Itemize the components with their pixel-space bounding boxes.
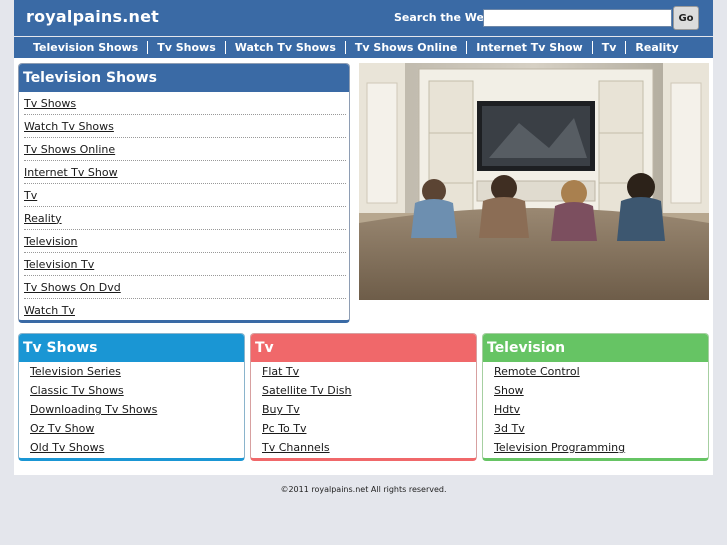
list-item: Television: [24, 230, 346, 253]
television-shows-box-title: Television Shows: [19, 64, 349, 92]
nav-item-tv[interactable]: Tv: [591, 41, 626, 54]
search-input[interactable]: [483, 9, 672, 27]
list-item: Buy Tv: [262, 400, 476, 419]
link-3d-tv[interactable]: 3d Tv: [494, 422, 525, 435]
list-item: Reality: [24, 207, 346, 230]
go-button[interactable]: Go: [673, 6, 699, 30]
nav-item-reality[interactable]: Reality: [625, 41, 687, 54]
nav-item-tv-shows[interactable]: Tv Shows: [147, 41, 225, 54]
list-item: Classic Tv Shows: [30, 381, 244, 400]
tv-category-title: Tv: [251, 334, 476, 362]
link-tv-shows[interactable]: Tv Shows: [24, 97, 76, 110]
link-oz-tv-show[interactable]: Oz Tv Show: [30, 422, 94, 435]
tv-shows-category-list: Television Series Classic Tv Shows Downl…: [19, 362, 244, 457]
link-television-tv[interactable]: Television Tv: [24, 258, 94, 271]
link-old-tv-shows[interactable]: Old Tv Shows: [30, 441, 104, 454]
nav-item-watch-tv-shows[interactable]: Watch Tv Shows: [224, 41, 345, 54]
link-television[interactable]: Television: [24, 235, 78, 248]
tv-category-box: Tv Flat Tv Satellite Tv Dish Buy Tv Pc T…: [250, 333, 477, 461]
link-buy-tv[interactable]: Buy Tv: [262, 403, 300, 416]
list-item: Show: [494, 381, 708, 400]
television-category-title: Television: [483, 334, 708, 362]
television-shows-link-list: Tv Shows Watch Tv Shows Tv Shows Online …: [19, 92, 349, 320]
list-item: Flat Tv: [262, 362, 476, 381]
header-bar: royalpains.net Search the Web: Go: [14, 0, 713, 36]
link-tv-shows-on-dvd[interactable]: Tv Shows On Dvd: [24, 281, 121, 294]
list-item: Watch Tv Shows: [24, 115, 346, 138]
list-item: Downloading Tv Shows: [30, 400, 244, 419]
link-internet-tv-show[interactable]: Internet Tv Show: [24, 166, 118, 179]
tv-category-list: Flat Tv Satellite Tv Dish Buy Tv Pc To T…: [251, 362, 476, 457]
link-television-series[interactable]: Television Series: [30, 365, 121, 378]
television-category-box: Television Remote Control Show Hdtv 3d T…: [482, 333, 709, 461]
site-title[interactable]: royalpains.net: [26, 7, 159, 26]
television-category-list: Remote Control Show Hdtv 3d Tv Televisio…: [483, 362, 708, 457]
list-item: Tv Shows On Dvd: [24, 276, 346, 299]
link-tv-shows-online[interactable]: Tv Shows Online: [24, 143, 115, 156]
list-item: Television Tv: [24, 253, 346, 276]
list-item: Old Tv Shows: [30, 438, 244, 457]
list-item: Remote Control: [494, 362, 708, 381]
list-item: Television Programming: [494, 438, 708, 457]
link-downloading-tv-shows[interactable]: Downloading Tv Shows: [30, 403, 157, 416]
list-item: Satellite Tv Dish: [262, 381, 476, 400]
link-tv[interactable]: Tv: [24, 189, 37, 202]
top-nav: Television Shows Tv Shows Watch Tv Shows…: [14, 37, 713, 58]
main-content: Television Shows Tv Shows Watch Tv Shows…: [14, 58, 713, 475]
list-item: 3d Tv: [494, 419, 708, 438]
link-pc-to-tv[interactable]: Pc To Tv: [262, 422, 306, 435]
list-item: Tv Shows Online: [24, 138, 346, 161]
nav-item-internet-tv-show[interactable]: Internet Tv Show: [466, 41, 591, 54]
family-watching-tv-photo: [359, 63, 709, 300]
television-shows-box: Television Shows Tv Shows Watch Tv Shows…: [18, 63, 350, 323]
list-item: Tv: [24, 184, 346, 207]
link-show[interactable]: Show: [494, 384, 524, 397]
link-watch-tv-shows[interactable]: Watch Tv Shows: [24, 120, 114, 133]
nav-item-television-shows[interactable]: Television Shows: [24, 41, 147, 54]
link-reality[interactable]: Reality: [24, 212, 62, 225]
list-item: Hdtv: [494, 400, 708, 419]
list-item: Oz Tv Show: [30, 419, 244, 438]
list-item: Tv Shows: [24, 92, 346, 115]
link-watch-tv[interactable]: Watch Tv: [24, 304, 75, 317]
list-item: Tv Channels: [262, 438, 476, 457]
tv-shows-category-box: Tv Shows Television Series Classic Tv Sh…: [18, 333, 245, 461]
link-satellite-tv-dish[interactable]: Satellite Tv Dish: [262, 384, 352, 397]
list-item: Watch Tv: [24, 299, 346, 320]
list-item: Pc To Tv: [262, 419, 476, 438]
tv-shows-category-title: Tv Shows: [19, 334, 244, 362]
link-television-programming[interactable]: Television Programming: [494, 441, 625, 454]
search-label: Search the Web:: [394, 11, 497, 24]
link-flat-tv[interactable]: Flat Tv: [262, 365, 299, 378]
list-item: Internet Tv Show: [24, 161, 346, 184]
link-tv-channels[interactable]: Tv Channels: [262, 441, 330, 454]
link-hdtv[interactable]: Hdtv: [494, 403, 520, 416]
list-item: Television Series: [30, 362, 244, 381]
footer-copyright: ©2011 royalpains.net All rights reserved…: [280, 485, 447, 494]
nav-item-tv-shows-online[interactable]: Tv Shows Online: [344, 41, 466, 54]
link-classic-tv-shows[interactable]: Classic Tv Shows: [30, 384, 124, 397]
link-remote-control[interactable]: Remote Control: [494, 365, 580, 378]
